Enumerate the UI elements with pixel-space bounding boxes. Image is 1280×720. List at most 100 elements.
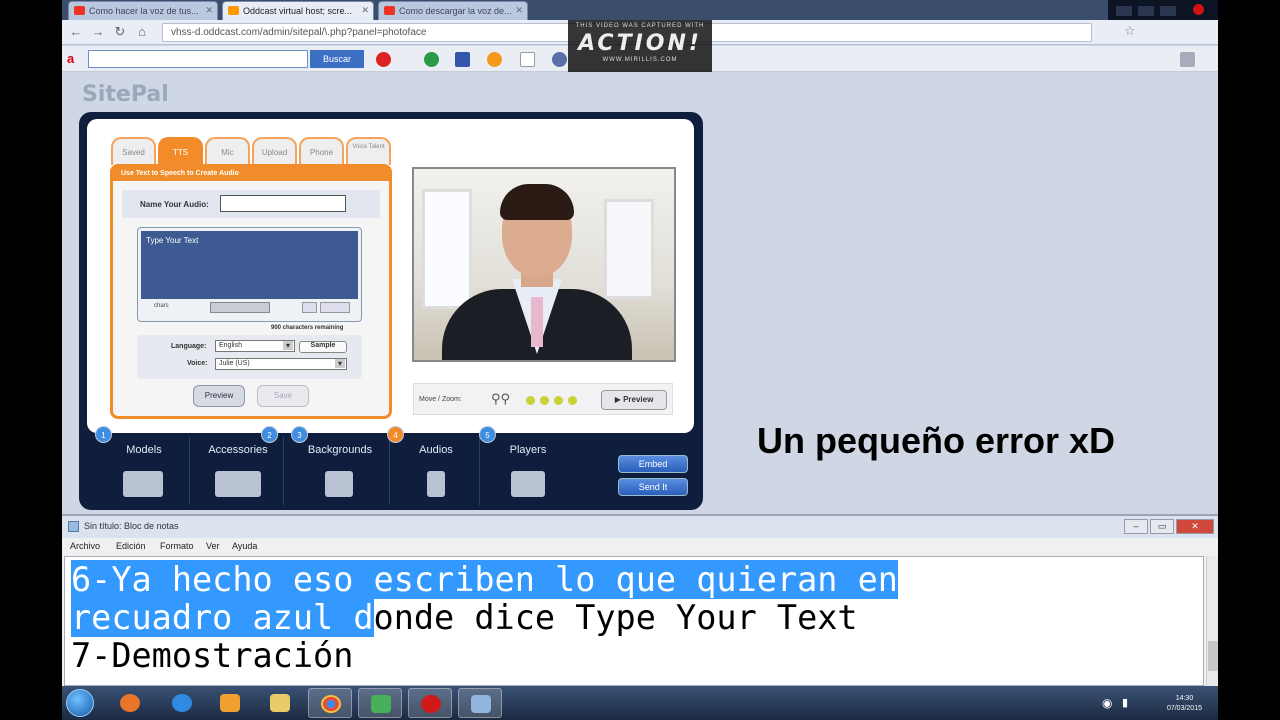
preview-audio-button[interactable]: Preview [193, 385, 245, 407]
tab-3[interactable]: Como descargar la voz de... ✕ [378, 1, 528, 20]
voice-label: Voice: [187, 360, 208, 367]
nav-audios[interactable]: 4 Audios [387, 426, 479, 505]
toolbar-help-icon[interactable] [552, 52, 567, 67]
maximize-button[interactable]: ▭ [1150, 519, 1174, 534]
toolbar-logo-icon: a [67, 51, 75, 66]
toolbar-page-icon[interactable] [520, 52, 535, 67]
tab-2[interactable]: Oddcast virtual host; scre... ✕ [222, 1, 374, 20]
taskbar-media[interactable] [208, 688, 252, 718]
fx-button[interactable] [302, 302, 317, 313]
sample-button[interactable]: Sample [299, 341, 347, 353]
wrench-icon[interactable] [1180, 52, 1195, 67]
player-preview-button[interactable]: ▶ Preview [601, 390, 667, 410]
close-button[interactable]: ✕ [1176, 519, 1214, 534]
notepad-window: Sin título: Bloc de notas – ▭ ✕ Archivo … [62, 514, 1218, 686]
tab-tts[interactable]: TTS [158, 137, 203, 165]
tab-voice-talent[interactable]: Voice Talent [346, 137, 391, 165]
save-audio-button[interactable]: Save [257, 385, 309, 407]
forward-icon[interactable]: → [90, 24, 106, 40]
nav-accessories[interactable]: 2 Accessories [195, 426, 281, 505]
menu-ver[interactable]: Ver [206, 541, 220, 551]
toolbar-search-button[interactable]: Buscar [310, 50, 364, 68]
language-select[interactable]: English [215, 340, 295, 352]
voice-settings: Language: English Sample Voice: Julie (U… [137, 335, 362, 379]
notepad-title: Sin título: Bloc de notas [84, 521, 179, 531]
taskbar-app[interactable] [358, 688, 402, 718]
tab-upload[interactable]: Upload [252, 137, 297, 165]
maximize-button[interactable] [1138, 6, 1154, 16]
send-it-button[interactable]: Send It [618, 478, 688, 496]
notepad-icon [471, 695, 491, 713]
back-icon[interactable]: ← [68, 24, 84, 40]
sitepal-editor: Saved TTS Mic Upload Phone Voice Talent … [79, 112, 703, 510]
text-line: onde dice Type Your Text [373, 598, 858, 637]
notepad-icon [68, 521, 79, 532]
voice-select[interactable]: Julie (US) [215, 358, 347, 370]
toolbar-abp-icon[interactable] [376, 52, 391, 67]
zoom-icon[interactable]: ⚲⚲ [491, 391, 510, 407]
toolbar-search-input[interactable] [88, 50, 308, 68]
minimize-button[interactable]: – [1124, 519, 1148, 534]
selected-text: recuadro azul d [71, 598, 374, 637]
arrow-down-icon[interactable] [554, 396, 563, 405]
nav-players[interactable]: 5 Players [479, 426, 571, 505]
taskbar-ie[interactable] [160, 688, 204, 718]
arrow-left-icon[interactable] [526, 396, 535, 405]
tab-phone[interactable]: Phone [299, 137, 344, 165]
tab-title: Como descargar la voz de... [399, 6, 512, 16]
reload-icon[interactable]: ↻ [112, 24, 128, 40]
close-tab-icon[interactable]: ✕ [361, 5, 369, 16]
special-chars-bar[interactable] [210, 302, 270, 313]
taskbar-explorer[interactable] [258, 688, 302, 718]
speaker-icon[interactable]: ◉ [1102, 696, 1112, 710]
embed-button[interactable]: Embed [618, 455, 688, 473]
tab-saved[interactable]: Saved [111, 137, 156, 165]
nav-label: Players [509, 444, 547, 456]
youtube-icon [74, 6, 85, 15]
media-player-icon [220, 694, 240, 712]
close-window-button[interactable] [1160, 6, 1176, 16]
toolbar-news-icon[interactable] [455, 52, 470, 67]
menu-ayuda[interactable]: Ayuda [232, 541, 257, 551]
taskbar-firefox[interactable] [108, 688, 152, 718]
audio-name-input[interactable] [220, 195, 346, 212]
toolbar-weather-icon[interactable] [487, 52, 502, 67]
toolbar-globe-icon[interactable] [424, 52, 439, 67]
step-badge: 1 [95, 426, 112, 443]
minimize-button[interactable] [1116, 6, 1132, 16]
nav-backgrounds[interactable]: 3 Backgrounds [291, 426, 383, 505]
text-line: 7-Demostración [71, 636, 354, 675]
clock-date: 07/03/2015 [1166, 705, 1202, 712]
arrow-right-icon[interactable] [568, 396, 577, 405]
start-button[interactable] [66, 689, 94, 717]
network-icon[interactable]: ▮ [1122, 696, 1128, 709]
nav-models[interactable]: 1 Models [95, 426, 187, 505]
bookmark-star-icon[interactable]: ☆ [1124, 23, 1136, 39]
app-icon [371, 695, 391, 713]
notepad-text-area[interactable]: 6-Ya hecho eso escriben lo que quieran e… [64, 556, 1204, 686]
taskbar-notepad[interactable] [458, 688, 502, 718]
tab-1[interactable]: Como hacer la voz de tus... ✕ [68, 1, 218, 20]
youtube-icon [384, 6, 395, 15]
clock[interactable]: 14:30 07/03/2015 [1167, 694, 1202, 714]
menu-edicion[interactable]: Edición [116, 541, 146, 551]
watermark-brand: ACTION! [578, 31, 702, 56]
arrow-up-icon[interactable] [540, 396, 549, 405]
vertical-scrollbar[interactable] [1206, 556, 1218, 686]
insert-button[interactable] [320, 302, 350, 313]
taskbar-chrome[interactable] [308, 688, 352, 718]
tab-mic[interactable]: Mic [205, 137, 250, 165]
home-icon[interactable]: ⌂ [134, 24, 150, 40]
menu-formato[interactable]: Formato [160, 541, 194, 551]
close-tab-icon[interactable]: ✕ [205, 5, 213, 16]
avatar-preview [412, 167, 676, 362]
tts-text-area[interactable]: Type Your Text [141, 231, 358, 299]
nav-label: Models [126, 444, 162, 456]
close-tab-icon[interactable]: ✕ [515, 5, 523, 16]
taskbar-record[interactable] [408, 688, 452, 718]
scroll-thumb[interactable] [1208, 641, 1218, 671]
audio-name-row: Name Your Audio: [122, 190, 380, 218]
menu-archivo[interactable]: Archivo [70, 541, 100, 551]
players-icon [511, 471, 545, 497]
selected-text: 6-Ya hecho eso escriben lo que quieran e… [71, 560, 898, 599]
